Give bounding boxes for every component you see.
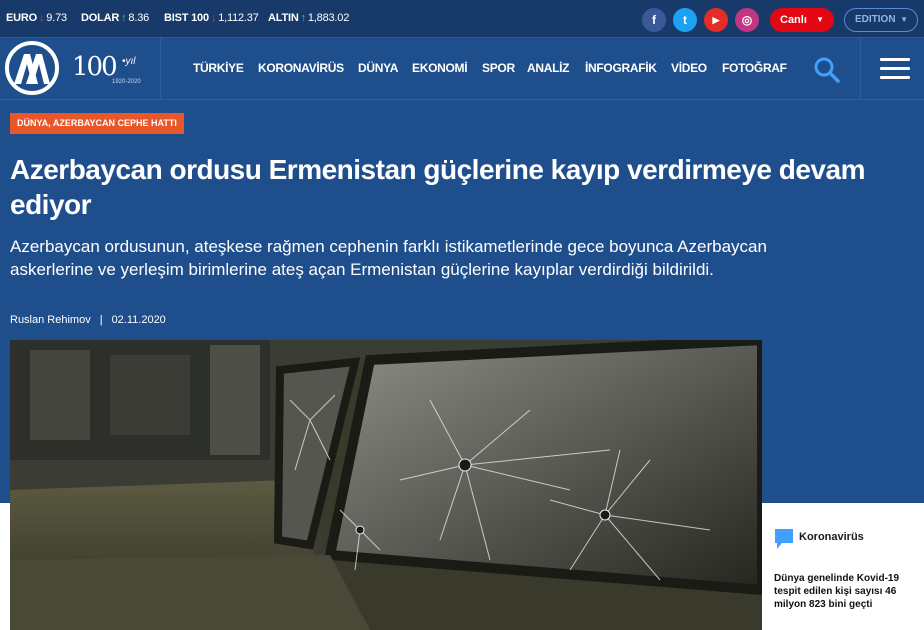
ticker-bist100[interactable]: BIST 100 ↓ 1,112.37 xyxy=(164,12,259,24)
instagram-icon[interactable]: ◎ xyxy=(735,8,759,32)
edition-button[interactable]: EDITION ▼ xyxy=(844,8,918,32)
byline-separator: | xyxy=(99,314,103,326)
nav-item-dunya[interactable]: DÜNYA xyxy=(358,61,398,75)
search-icon[interactable] xyxy=(813,56,841,84)
shattered-windshield-image xyxy=(10,340,762,630)
nav-item-infografik[interactable]: İNFOGRAFİK xyxy=(585,61,657,75)
arrow-down-icon: ↓ xyxy=(38,12,45,24)
ticker-label: DOLAR xyxy=(81,12,120,24)
ticker-value: 8.36 xyxy=(128,12,150,24)
ticker-altin[interactable]: ALTIN ↑ 1,883.02 xyxy=(268,12,349,24)
sidebar-category-label[interactable]: Koronavirüs xyxy=(799,531,864,543)
edition-label: EDITION xyxy=(855,14,896,25)
nav-item-turkiye[interactable]: TÜRKİYE xyxy=(193,61,244,75)
article-byline: Ruslan Rehimov | 02.11.2020 xyxy=(10,314,166,326)
ticker-label: ALTIN xyxy=(268,12,299,24)
ticker-value: 1,883.02 xyxy=(307,12,350,24)
sidebar-news-text[interactable]: Dünya genelinde Kovid-19 tespit edilen k… xyxy=(774,572,914,611)
main-nav-bar: 100 •yıl 1920-2020 TÜRKİYE KORONAVİRÜS D… xyxy=(0,38,924,100)
logo-yil: •yıl xyxy=(122,56,136,67)
nav-item-spor[interactable]: SPOR xyxy=(482,61,515,75)
ticker-label: EURO xyxy=(6,12,37,24)
logo-100: 100 xyxy=(72,52,118,82)
speech-bubble-icon xyxy=(775,529,793,549)
article-photo[interactable] xyxy=(10,340,762,630)
ticker-label: BIST 100 xyxy=(164,12,209,24)
nav-item-video[interactable]: VİDEO xyxy=(671,61,707,75)
nav-item-koronavirus[interactable]: KORONAVİRÜS xyxy=(258,61,344,75)
sidebar-news-card[interactable]: Koronavirüs Dünya genelinde Kovid-19 tes… xyxy=(766,516,924,630)
twitter-icon[interactable]: t xyxy=(673,8,697,32)
live-button[interactable]: Canlı ▼ xyxy=(770,8,834,32)
hamburger-menu-icon[interactable] xyxy=(880,58,910,80)
divider xyxy=(860,38,861,100)
live-label: Canlı xyxy=(780,14,807,26)
aa-logo-icon[interactable] xyxy=(4,40,60,96)
category-badge[interactable]: DÜNYA, AZERBAYCAN CEPHE HATTI xyxy=(10,113,184,134)
nav-item-analiz[interactable]: ANALİZ xyxy=(527,61,570,75)
ticker-dolar[interactable]: DOLAR ↑ 8.36 xyxy=(81,12,149,24)
article-headline: Azerbaycan ordusu Ermenistan güçlerine k… xyxy=(10,154,865,220)
arrow-down-icon: ↓ xyxy=(210,12,217,24)
publish-date: 02.11.2020 xyxy=(111,314,166,326)
author-name[interactable]: Ruslan Rehimov xyxy=(10,314,91,326)
divider xyxy=(160,38,161,100)
chevron-down-icon: ▼ xyxy=(816,15,824,24)
nav-item-ekonomi[interactable]: EKONOMİ xyxy=(412,61,468,75)
logo-years: 1920-2020 xyxy=(112,79,141,85)
ticker-value: 9.73 xyxy=(46,12,67,24)
arrow-up-icon: ↑ xyxy=(300,12,307,24)
arrow-up-icon: ↑ xyxy=(121,12,127,24)
nav-item-fotograf[interactable]: FOTOĞRAF xyxy=(722,61,787,75)
chevron-down-icon: ▼ xyxy=(900,15,908,24)
article-summary: Azerbaycan ordusunun, ateşkese rağmen ce… xyxy=(10,237,767,279)
youtube-icon[interactable]: ▶ xyxy=(704,8,728,32)
ticker-euro[interactable]: EURO ↓ 9.73 xyxy=(6,12,67,24)
market-ticker-bar: EURO ↓ 9.73 DOLAR ↑ 8.36 BIST 100 ↓ 1,112.37 A… xyxy=(0,0,924,38)
facebook-icon[interactable]: f xyxy=(642,8,666,32)
ticker-value: 1,112.37 xyxy=(218,12,259,24)
